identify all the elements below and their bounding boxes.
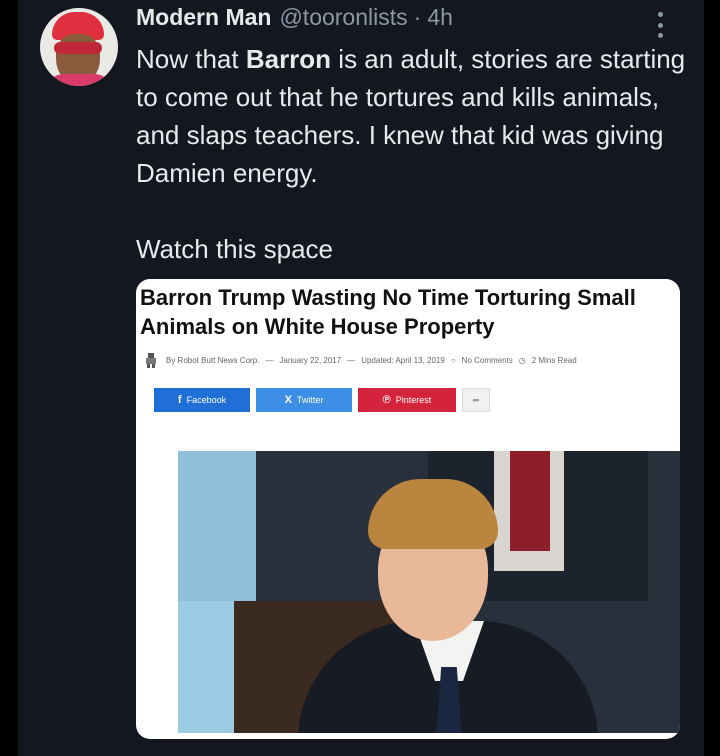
photo-background-tie bbox=[510, 451, 550, 551]
header-separator: · bbox=[413, 4, 422, 30]
article-meta: By Robot Butt News Corp. — January 22, 2… bbox=[144, 351, 583, 369]
meta-separator: — bbox=[347, 355, 356, 365]
more-options-icon[interactable] bbox=[650, 8, 670, 42]
tweet-text: Now that Barron is an adult, stories are… bbox=[136, 40, 696, 192]
avatar-shirt bbox=[44, 74, 114, 86]
tweet-text-part: Now that bbox=[136, 44, 246, 74]
article-updated: Updated: April 13, 2019 bbox=[361, 355, 445, 365]
article-date: January 22, 2017 bbox=[279, 355, 342, 365]
article-title-line2: Animals on White House Property bbox=[140, 314, 495, 339]
share-icon: ➦ bbox=[472, 394, 480, 405]
share-button[interactable]: ➦ bbox=[462, 388, 490, 412]
tweet-time[interactable]: 4h bbox=[427, 4, 453, 31]
facebook-label: Facebook bbox=[186, 395, 227, 405]
pinterest-share-button[interactable]: ℗ Pinterest bbox=[358, 388, 456, 412]
meta-separator: — bbox=[265, 355, 274, 365]
twitter-label: Twitter bbox=[296, 395, 324, 405]
author-name[interactable]: Modern Man bbox=[136, 4, 271, 31]
tweet[interactable]: Modern Man @tooronlists · 4h Now that Ba… bbox=[18, 0, 704, 756]
avatar[interactable] bbox=[40, 8, 118, 86]
pinterest-label: Pinterest bbox=[395, 395, 432, 405]
tweet-watch-line: Watch this space bbox=[136, 234, 334, 264]
author-icon bbox=[146, 353, 156, 368]
avatar-glasses bbox=[54, 42, 102, 54]
pinterest-icon: ℗ bbox=[382, 394, 391, 406]
article-title-line1: Barron Trump Wasting No Time Torturing S… bbox=[140, 285, 636, 310]
comment-icon: ○ bbox=[450, 355, 456, 365]
tweet-header: Modern Man @tooronlists · 4h bbox=[136, 4, 453, 36]
article-photo bbox=[178, 451, 680, 733]
tweet-text-bold: Barron bbox=[245, 44, 332, 74]
author-handle[interactable]: @tooronlists bbox=[279, 4, 407, 31]
twitter-share-button[interactable]: X Twitter bbox=[256, 388, 352, 412]
x-icon: X bbox=[284, 394, 292, 406]
clock-icon: ◷ bbox=[518, 355, 526, 365]
share-buttons: f Facebook X Twitter ℗ Pinterest ➦ bbox=[154, 388, 490, 412]
photo-blue-coat-lower bbox=[178, 601, 242, 733]
article-author[interactable]: By Robot Butt News Corp. bbox=[166, 356, 259, 365]
facebook-icon: f bbox=[177, 394, 182, 406]
article-read-time: 2 Mins Read bbox=[531, 355, 577, 365]
article-comments[interactable]: No Comments bbox=[462, 356, 513, 365]
facebook-share-button[interactable]: f Facebook bbox=[154, 388, 250, 412]
screen-frame: Modern Man @tooronlists · 4h Now that Ba… bbox=[0, 0, 720, 756]
attached-image-card[interactable]: Barron Trump Wasting No Time Torturing S… bbox=[136, 279, 680, 739]
article-title: Barron Trump Wasting No Time Torturing S… bbox=[140, 283, 680, 341]
